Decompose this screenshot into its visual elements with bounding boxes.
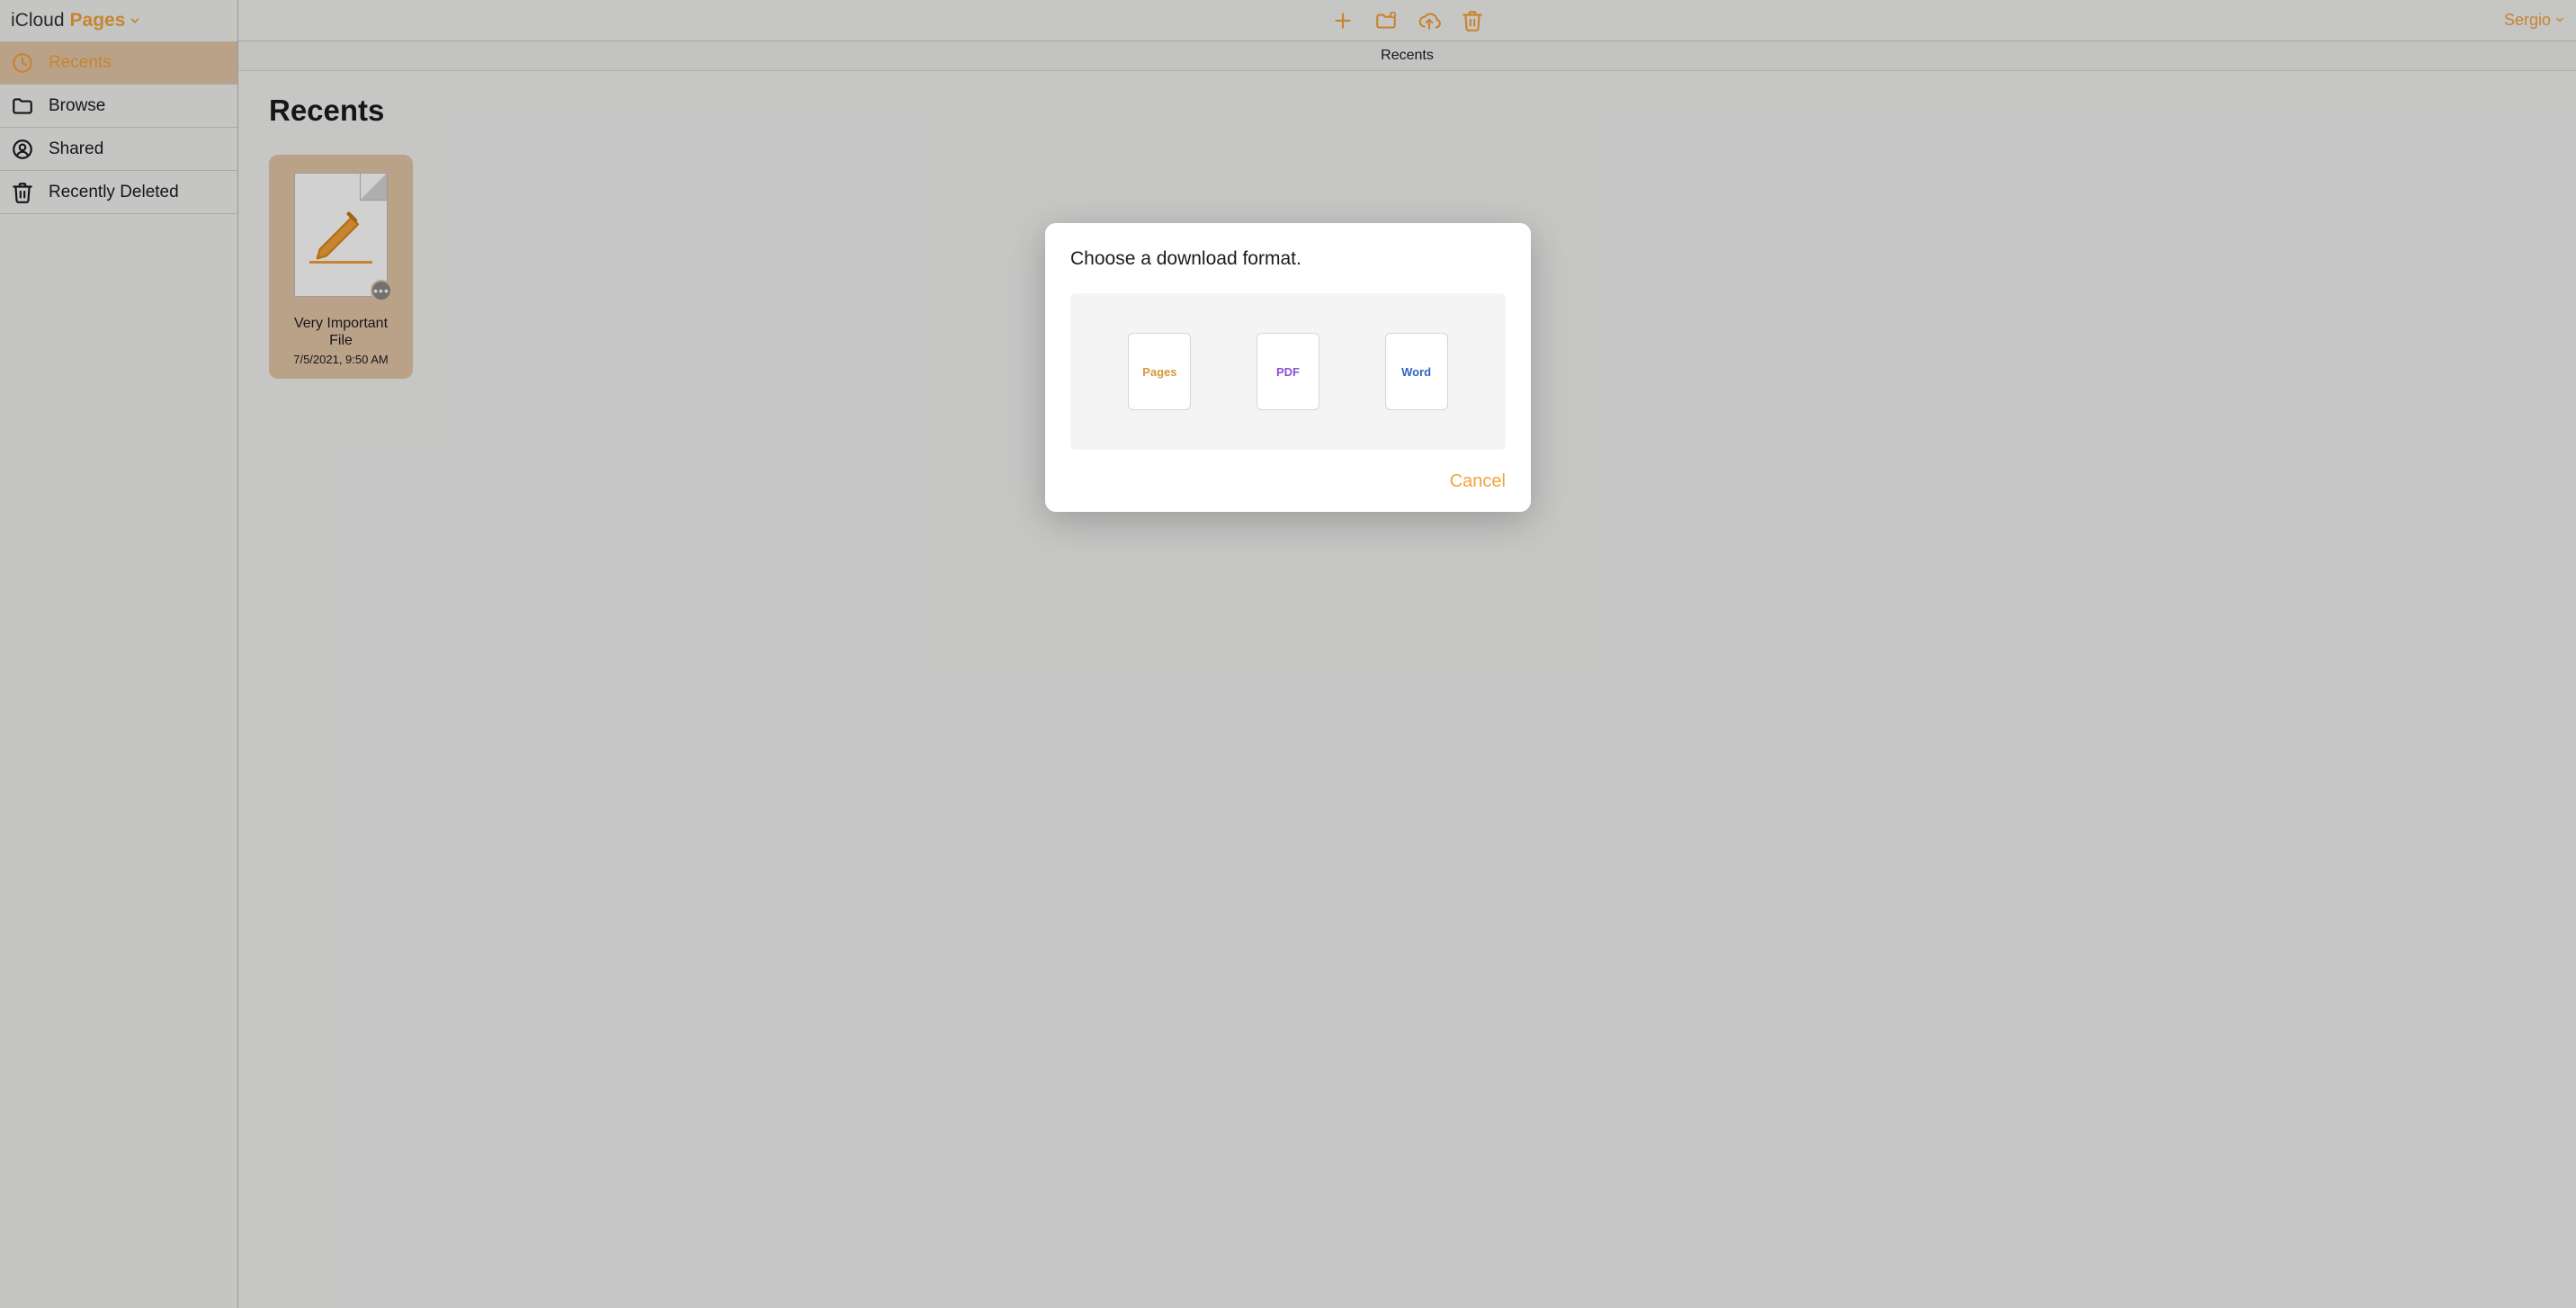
- format-label: PDF: [1276, 365, 1300, 379]
- format-option-word[interactable]: Word: [1385, 333, 1448, 410]
- format-options: Pages PDF Word: [1070, 293, 1506, 450]
- format-option-pages[interactable]: Pages: [1128, 333, 1191, 410]
- format-label: Word: [1401, 365, 1431, 379]
- dialog-title: Choose a download format.: [1070, 248, 1506, 270]
- format-label: Pages: [1142, 365, 1176, 379]
- format-option-pdf[interactable]: PDF: [1257, 333, 1319, 410]
- modal-overlay[interactable]: Choose a download format. Pages PDF Word…: [0, 0, 2576, 1308]
- cancel-button[interactable]: Cancel: [1450, 471, 1506, 492]
- download-format-dialog: Choose a download format. Pages PDF Word…: [1045, 223, 1531, 512]
